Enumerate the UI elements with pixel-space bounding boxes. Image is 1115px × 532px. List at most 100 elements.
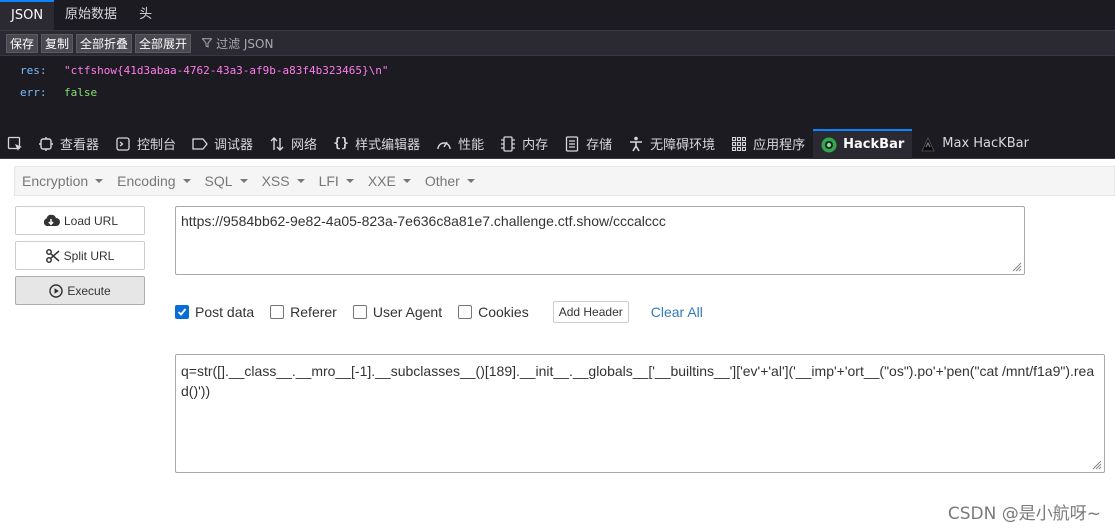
element-picker-button[interactable] [0, 129, 30, 159]
tab-console[interactable]: 控制台 [107, 129, 184, 159]
collapse-all-button[interactable]: 全部折叠 [76, 33, 133, 53]
caret-down-icon [466, 179, 475, 183]
button-label: Load URL [63, 213, 119, 228]
tab-label: 内存 [522, 138, 549, 153]
max-hackbar-icon [920, 136, 936, 152]
menu-label: SQL [204, 173, 233, 189]
tab-hackbar[interactable]: HackBar [813, 128, 913, 159]
json-row-err[interactable]: err: false [0, 82, 1115, 104]
post-data-textarea[interactable]: q=str([].__class__.__mro__[-1].__subclas… [175, 354, 1105, 473]
json-viewer-tabs: JSON 原始数据 头 [0, 0, 1115, 31]
tab-label: 性能 [458, 138, 485, 153]
tab-label: 网络 [291, 138, 318, 153]
tab-label: 控制台 [137, 138, 177, 153]
cloud-download-icon [43, 214, 60, 226]
save-button[interactable]: 保存 [6, 33, 39, 53]
menu-other[interactable]: Other [418, 173, 482, 189]
menu-label: XSS [261, 173, 290, 189]
json-key: err: [20, 86, 47, 99]
scissors-icon [45, 248, 60, 263]
user-agent-option[interactable]: User Agent [352, 304, 443, 320]
hackbar-panel: Encryption Encoding SQL XSS LFI XXE Othe… [0, 159, 1115, 532]
json-rows: res: "ctfshow{41d3abaa-4762-43a3-af9b-a8… [0, 56, 1115, 104]
tab-json[interactable]: JSON [0, 0, 55, 30]
cookies-checkbox[interactable] [458, 305, 473, 319]
url-textarea[interactable]: https://9584bb62-9e82-4a05-823a-7e636c8a… [175, 206, 1025, 275]
json-value: false [64, 86, 98, 99]
cookies-option[interactable]: Cookies [458, 304, 529, 320]
filter-json-input[interactable]: 过滤 JSON [202, 35, 273, 52]
execute-button[interactable]: Execute [15, 276, 145, 305]
post-data-value: q=str([].__class__.__mro__[-1].__subclas… [181, 363, 1095, 399]
copy-button[interactable]: 复制 [41, 33, 74, 53]
tab-application[interactable]: 应用程序 [723, 129, 813, 159]
menu-label: Encoding [117, 173, 176, 189]
json-row-res[interactable]: res: "ctfshow{41d3abaa-4762-43a3-af9b-a8… [0, 60, 1115, 82]
button-label: Split URL [63, 248, 115, 263]
referer-checkbox[interactable] [270, 305, 285, 319]
tab-performance[interactable]: 性能 [428, 129, 492, 159]
menu-sql[interactable]: SQL [198, 173, 255, 189]
tab-style-editor[interactable]: {} 样式编辑器 [325, 129, 428, 159]
option-label: Referer [290, 304, 337, 320]
filter-icon [202, 38, 213, 48]
url-value: https://9584bb62-9e82-4a05-823a-7e636c8a… [181, 213, 666, 229]
tab-storage[interactable]: 存储 [556, 129, 620, 159]
filter-placeholder: 过滤 JSON [216, 36, 274, 51]
caret-down-icon [296, 179, 305, 183]
referer-option[interactable]: Referer [270, 304, 337, 320]
json-value: "ctfshow{41d3abaa-4762-43a3-af9b-a83f4b3… [64, 64, 389, 77]
caret-down-icon [182, 179, 191, 183]
tab-label: 调试器 [214, 138, 254, 153]
split-url-button[interactable]: Split URL [15, 241, 145, 270]
tab-raw-data[interactable]: 原始数据 [54, 0, 128, 30]
play-circle-icon [49, 283, 64, 298]
watermark: CSDN @是小航呀~ [947, 504, 1101, 524]
caret-down-icon [239, 179, 248, 183]
tab-label: 查看器 [60, 138, 100, 153]
accessibility-icon [628, 136, 644, 152]
user-agent-checkbox[interactable] [352, 305, 367, 319]
tab-accessibility[interactable]: 无障碍环境 [620, 129, 723, 159]
hackbar-icon [821, 137, 837, 153]
clear-all-link[interactable]: Clear All [651, 304, 703, 320]
console-icon [115, 136, 131, 152]
hackbar-menu: Encryption Encoding SQL XSS LFI XXE Othe… [14, 166, 1115, 196]
performance-icon [436, 136, 452, 152]
tab-memory[interactable]: 内存 [492, 129, 556, 159]
option-label: User Agent [372, 304, 443, 320]
post-data-option[interactable]: Post data [175, 304, 254, 320]
caret-down-icon [345, 179, 354, 183]
tab-max-hackbar[interactable]: Max HacKBar [912, 129, 1037, 159]
post-data-checkbox[interactable] [175, 305, 189, 319]
tab-network[interactable]: 网络 [261, 129, 325, 159]
resize-grip-icon[interactable] [1090, 458, 1102, 470]
expand-all-button[interactable]: 全部展开 [135, 33, 192, 53]
json-toolbar: 保存 复制 全部折叠 全部展开 过滤 JSON [0, 31, 1115, 56]
caret-down-icon [402, 179, 411, 183]
debugger-icon [192, 136, 208, 152]
json-key: res: [20, 64, 47, 77]
tab-label: Max HacKBar [942, 136, 1029, 151]
tab-debugger[interactable]: 调试器 [184, 129, 261, 159]
menu-label: XXE [367, 173, 396, 189]
menu-encoding[interactable]: Encoding [110, 173, 197, 189]
menu-xss[interactable]: XSS [255, 173, 312, 189]
menu-encryption[interactable]: Encryption [15, 173, 110, 189]
devtools-toolbar: 查看器 控制台 调试器 网络 {} 样式编辑器 性能 内存 存储 无障碍环境 应… [0, 128, 1115, 159]
menu-lfi[interactable]: LFI [312, 173, 361, 189]
tab-label: 无障碍环境 [650, 138, 716, 153]
tab-headers[interactable]: 头 [128, 0, 163, 30]
tab-label: 应用程序 [753, 138, 806, 153]
caret-down-icon [95, 179, 104, 183]
button-label: Execute [67, 283, 111, 298]
add-header-button[interactable]: Add Header [552, 301, 629, 323]
tab-inspector[interactable]: 查看器 [30, 129, 107, 159]
style-editor-icon: {} [333, 136, 349, 151]
tab-label: 样式编辑器 [355, 138, 421, 153]
menu-label: Encryption [22, 173, 89, 189]
inspector-icon [38, 136, 54, 152]
load-url-button[interactable]: Load URL [15, 206, 145, 235]
resize-grip-icon[interactable] [1010, 260, 1022, 272]
menu-xxe[interactable]: XXE [361, 173, 418, 189]
